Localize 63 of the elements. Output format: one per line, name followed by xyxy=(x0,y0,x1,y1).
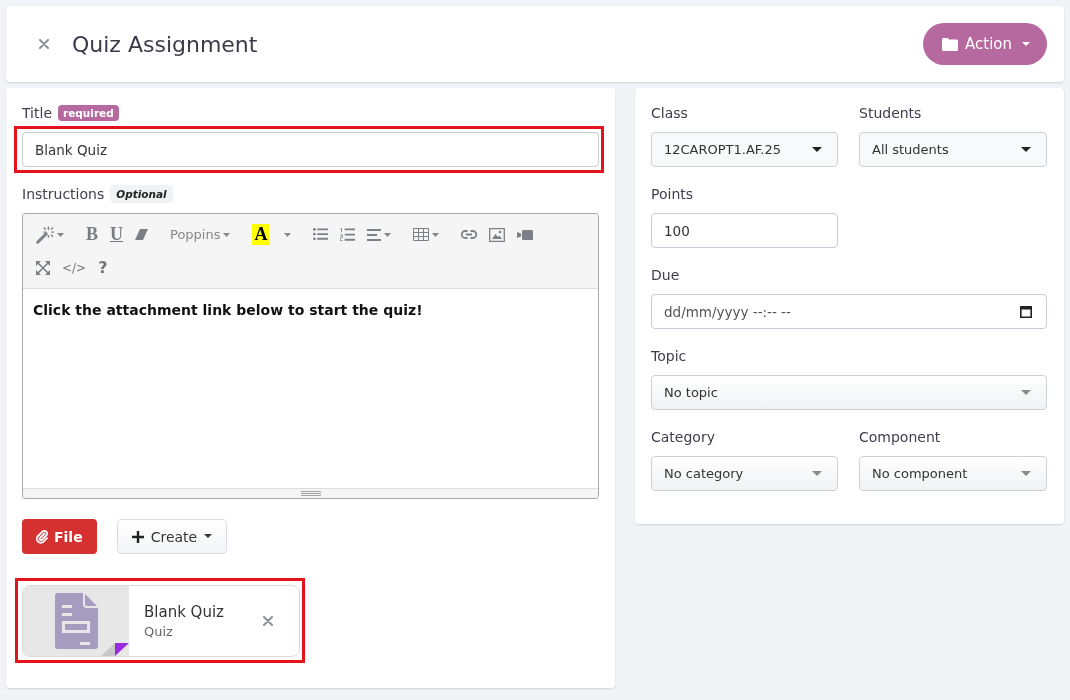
bulleted-list-icon[interactable] xyxy=(313,228,329,241)
caret-icon[interactable] xyxy=(384,232,392,237)
dropdown-field[interactable]: 12CAROPT1.AF.25 xyxy=(651,132,838,167)
caret-icon xyxy=(1021,147,1031,152)
text-field[interactable]: 100 xyxy=(651,213,838,248)
dropdown-field[interactable]: All students xyxy=(859,132,1047,167)
title-input[interactable]: Blank Quiz xyxy=(22,132,599,167)
text-color-button[interactable]: A xyxy=(252,224,270,245)
date-field[interactable]: dd/mm/yyyy --:-- -- xyxy=(651,294,1047,329)
field-label: Component xyxy=(859,429,941,445)
help-button[interactable]: ? xyxy=(98,258,108,277)
action-button[interactable]: Action xyxy=(923,23,1047,65)
required-badge: required xyxy=(58,105,119,121)
code-view-button[interactable]: </> xyxy=(62,260,87,275)
page-title: Quiz Assignment xyxy=(72,31,258,57)
caret-icon[interactable] xyxy=(57,232,64,237)
underline-button[interactable]: U xyxy=(110,224,123,245)
field-label: Points xyxy=(651,186,694,202)
dropdown-field[interactable]: No component xyxy=(859,456,1047,491)
calendar-icon[interactable] xyxy=(1020,305,1032,318)
eraser-icon[interactable] xyxy=(135,229,148,240)
caret-icon xyxy=(204,534,213,538)
field-label: Students xyxy=(859,105,922,121)
attachment-card[interactable]: Blank Quiz Quiz xyxy=(22,585,300,657)
caret-icon xyxy=(812,147,822,152)
field-label: Title xyxy=(22,105,52,121)
instruction-text: Click the attachment link below to start the quiz! xyxy=(33,301,424,320)
link-icon[interactable] xyxy=(461,230,478,239)
attachment-type: Quiz xyxy=(144,624,174,639)
caret-icon[interactable] xyxy=(284,232,292,237)
caret-icon[interactable] xyxy=(223,232,231,237)
paperclip-icon xyxy=(36,529,48,544)
close-icon[interactable] xyxy=(263,616,273,626)
picture-icon[interactable] xyxy=(489,227,506,242)
file-button[interactable]: File xyxy=(22,519,97,554)
bold-button[interactable]: B xyxy=(86,224,98,245)
field-label: Category xyxy=(651,429,715,445)
field-label: Due xyxy=(651,267,680,283)
field-label: Class xyxy=(651,105,688,121)
table-icon[interactable] xyxy=(413,228,430,241)
dropdown-field[interactable]: No category xyxy=(651,456,838,491)
attachment-title: Blank Quiz xyxy=(144,603,225,621)
caret-icon[interactable] xyxy=(432,232,440,237)
dropdown-field[interactable]: No topic xyxy=(651,375,1047,410)
video-camera-icon[interactable] xyxy=(517,229,534,240)
field-label: Instructions xyxy=(22,186,105,202)
field-label: Topic xyxy=(651,348,687,364)
caret-icon xyxy=(1021,471,1031,476)
caret-icon xyxy=(812,471,822,476)
document-icon xyxy=(54,593,98,649)
create-button[interactable]: Create xyxy=(116,519,228,554)
magic-wand-icon[interactable] xyxy=(36,225,54,244)
numbered-list-icon[interactable] xyxy=(340,227,356,242)
resize-grip-icon[interactable] xyxy=(300,491,321,496)
page-curl-icon xyxy=(101,643,129,656)
optional-badge: Optional xyxy=(110,185,173,203)
plus-icon xyxy=(131,530,144,543)
folder-icon xyxy=(942,37,958,51)
caret-icon xyxy=(1022,42,1030,46)
close-icon[interactable] xyxy=(39,39,49,49)
expand-icon[interactable] xyxy=(36,260,50,275)
align-left-icon[interactable] xyxy=(367,228,382,241)
caret-icon xyxy=(1021,390,1031,395)
